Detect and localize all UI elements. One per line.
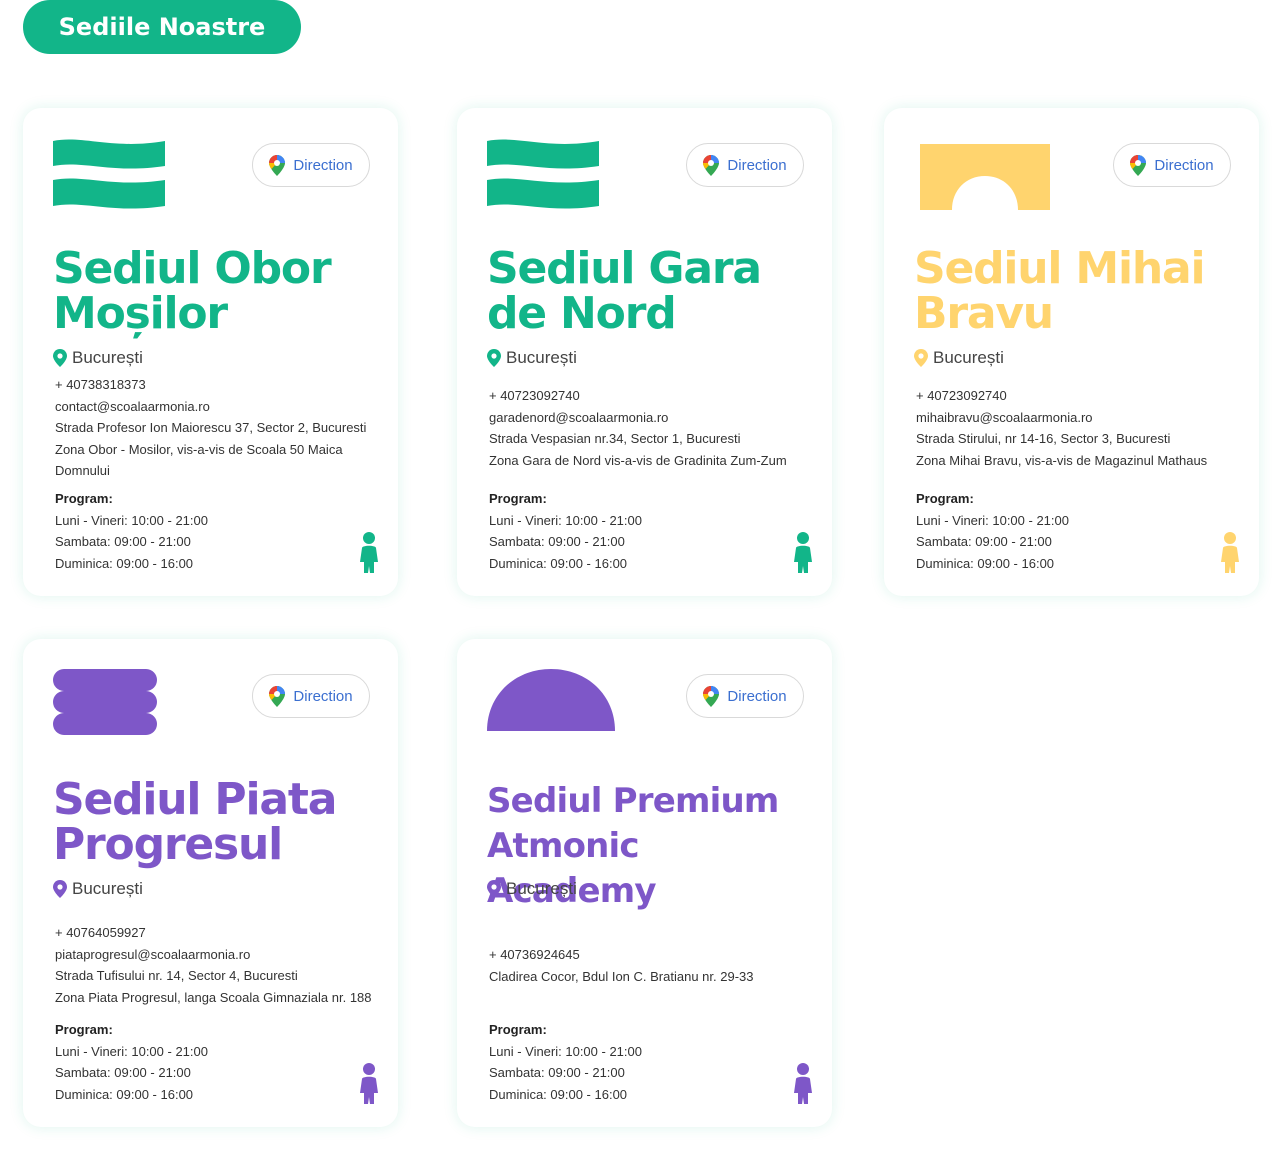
child-figure-icon (360, 1063, 378, 1104)
city-row: București (487, 348, 577, 368)
direction-button[interactable]: Direction (686, 674, 804, 718)
hours-saturday: Sambata: 09:00 - 21:00 (916, 534, 1052, 549)
hours-weekdays: Luni - Vineri: 10:00 - 21:00 (489, 512, 642, 528)
phone[interactable]: + 40723092740 (916, 385, 1246, 407)
city-label: București (72, 879, 143, 898)
section-title-pill: Sediile Noastre (23, 0, 301, 54)
phone[interactable]: + 40764059927 (55, 922, 385, 944)
hours-sunday: Duminica: 09:00 - 16:00 (916, 555, 1055, 571)
google-maps-pin-icon (703, 685, 720, 707)
city-label: București (933, 348, 1004, 367)
child-figure-icon (1221, 532, 1239, 573)
address: Strada Profesor Ion Maiorescu 37, Sector… (55, 420, 367, 435)
hours-saturday: Sambata: 09:00 - 21:00 (489, 1065, 625, 1080)
direction-label: Direction (1154, 156, 1214, 174)
arch-logo-icon (920, 144, 1050, 210)
direction-button[interactable]: Direction (686, 143, 804, 187)
city-row: București (53, 348, 143, 368)
hours-saturday: Sambata: 09:00 - 21:00 (489, 534, 625, 549)
email[interactable]: mihaibravu@scoalaarmonia.ro (916, 407, 1246, 429)
zone: Zona Gara de Nord vis-a-vis de Gradinita… (489, 452, 787, 468)
location-card-obor: Direction Sediul Obor Moșilor București … (23, 108, 398, 596)
location-title: Sediul Piata Progresul (53, 774, 337, 870)
hours-sunday: Duminica: 09:00 - 16:00 (489, 1086, 628, 1102)
location-pin-icon (53, 880, 67, 898)
phone[interactable]: + 40738318373 (55, 374, 385, 396)
zone: Zona Mihai Bravu, vis-a-vis de Magazinul… (916, 452, 1208, 468)
waves-logo-icon (53, 139, 165, 209)
program-heading: Program: (916, 491, 974, 506)
contact-info: + 40764059927 piataprogresul@scoalaarmon… (55, 922, 385, 1008)
program-block: Program: Luni - Vineri: 10:00 - 21:00 Sa… (489, 488, 642, 574)
location-pin-icon (487, 349, 501, 367)
location-card-gara-de-nord: Direction Sediul Gara de Nord București … (457, 108, 832, 596)
google-maps-pin-icon (269, 154, 286, 176)
program-block: Program: Luni - Vineri: 10:00 - 21:00 Sa… (55, 1019, 208, 1105)
stacked-pills-logo-icon (53, 669, 157, 735)
hours-weekdays: Luni - Vineri: 10:00 - 21:00 (916, 512, 1069, 528)
waves-logo-icon (487, 139, 599, 209)
email[interactable]: piataprogresul@scoalaarmonia.ro (55, 944, 385, 966)
program-heading: Program: (489, 491, 547, 506)
google-maps-pin-icon (703, 154, 720, 176)
location-pin-icon (53, 349, 67, 367)
contact-info: + 40723092740 mihaibravu@scoalaarmonia.r… (916, 385, 1246, 471)
location-title: Sediul Obor Moșilor (53, 243, 332, 339)
location-pin-icon (914, 349, 928, 367)
location-title: Sediul Gara de Nord (487, 243, 762, 339)
program-block: Program: Luni - Vineri: 10:00 - 21:00 Sa… (55, 488, 208, 574)
program-block: Program: Luni - Vineri: 10:00 - 21:00 Sa… (916, 488, 1069, 574)
program-block: Program: Luni - Vineri: 10:00 - 21:00 Sa… (489, 1019, 642, 1105)
hours-weekdays: Luni - Vineri: 10:00 - 21:00 (55, 512, 208, 528)
program-heading: Program: (55, 1022, 113, 1037)
direction-button[interactable]: Direction (252, 674, 370, 718)
phone[interactable]: + 40723092740 (489, 385, 819, 407)
hours-saturday: Sambata: 09:00 - 21:00 (55, 1065, 191, 1080)
address: Cladirea Cocor, Bdul Ion C. Bratianu nr.… (489, 968, 754, 984)
hours-sunday: Duminica: 09:00 - 16:00 (55, 555, 194, 571)
city-row: București (914, 348, 1004, 368)
google-maps-pin-icon (1130, 154, 1147, 176)
hours-sunday: Duminica: 09:00 - 16:00 (55, 1086, 194, 1102)
direction-label: Direction (727, 687, 787, 705)
location-card-premium-academy: Direction Sediul Premium Atmonic Academy… (457, 639, 832, 1127)
city-label: București (506, 348, 577, 367)
direction-button[interactable]: Direction (252, 143, 370, 187)
email[interactable]: garadenord@scoalaarmonia.ro (489, 407, 819, 429)
contact-info: + 40736924645 Cladirea Cocor, Bdul Ion C… (489, 944, 819, 987)
zone: Zona Piata Progresul, langa Scoala Gimna… (55, 989, 372, 1005)
zone: Zona Obor - Mosilor, vis-a-vis de Scoala… (55, 441, 343, 479)
address: Strada Tufisului nr. 14, Sector 4, Bucur… (55, 968, 298, 983)
direction-label: Direction (293, 687, 353, 705)
location-pin-icon (487, 880, 501, 898)
program-heading: Program: (55, 491, 113, 506)
city-row: București (487, 879, 577, 899)
child-figure-icon (794, 532, 812, 573)
location-card-mihai-bravu: Direction Sediul Mihai Bravu București +… (884, 108, 1259, 596)
half-circle-logo-icon (487, 669, 615, 731)
phone[interactable]: + 40736924645 (489, 944, 819, 966)
location-title: Sediul Mihai Bravu (914, 243, 1206, 339)
direction-button[interactable]: Direction (1113, 143, 1231, 187)
contact-info: + 40723092740 garadenord@scoalaarmonia.r… (489, 385, 819, 471)
location-card-piata-progresul: Direction Sediul Piata Progresul Bucureș… (23, 639, 398, 1127)
hours-weekdays: Luni - Vineri: 10:00 - 21:00 (55, 1043, 208, 1059)
city-label: București (72, 348, 143, 367)
hours-sunday: Duminica: 09:00 - 16:00 (489, 555, 628, 571)
google-maps-pin-icon (269, 685, 286, 707)
program-heading: Program: (489, 1022, 547, 1037)
direction-label: Direction (293, 156, 353, 174)
child-figure-icon (794, 1063, 812, 1104)
hours-weekdays: Luni - Vineri: 10:00 - 21:00 (489, 1043, 642, 1059)
child-figure-icon (360, 532, 378, 573)
city-label: București (506, 879, 577, 898)
address: Strada Vespasian nr.34, Sector 1, Bucure… (489, 431, 741, 446)
contact-info: + 40738318373 contact@scoalaarmonia.ro S… (55, 374, 385, 482)
address: Strada Stirului, nr 14-16, Sector 3, Buc… (916, 431, 1171, 446)
direction-label: Direction (727, 156, 787, 174)
city-row: București (53, 879, 143, 899)
hours-saturday: Sambata: 09:00 - 21:00 (55, 534, 191, 549)
email[interactable]: contact@scoalaarmonia.ro (55, 396, 385, 418)
